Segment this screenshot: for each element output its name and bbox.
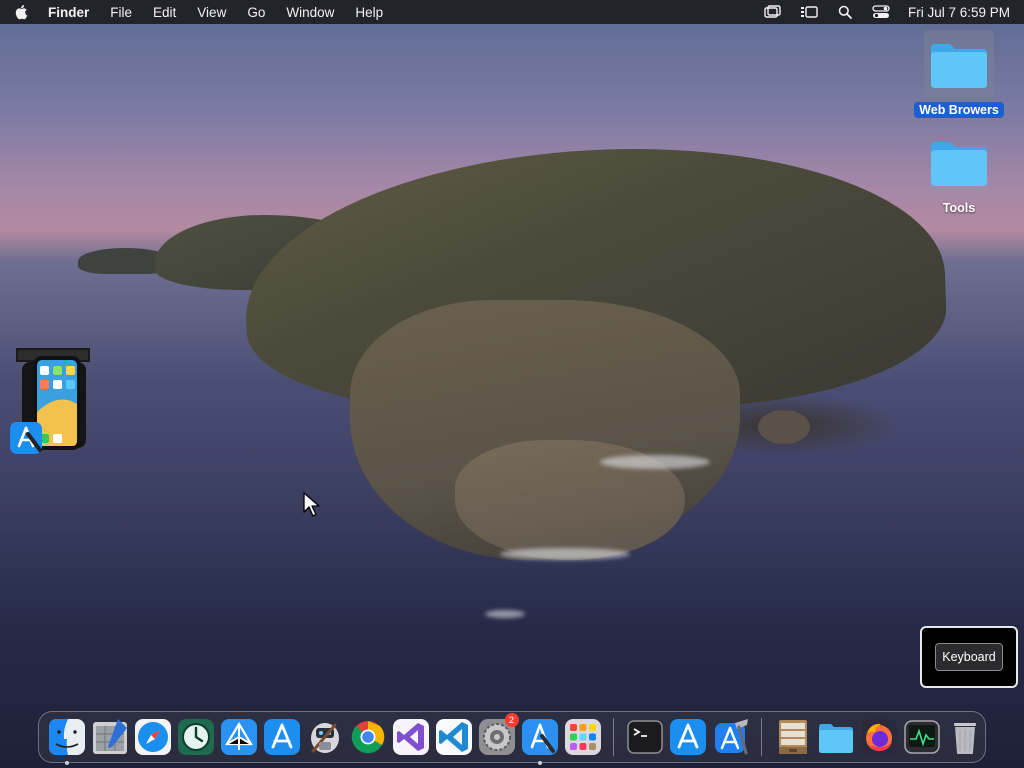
folder-icon <box>931 142 987 186</box>
keyboard-button[interactable]: Keyboard <box>935 643 1003 671</box>
menu-view[interactable]: View <box>197 5 226 20</box>
dock-item-app-store[interactable] <box>262 717 302 757</box>
menu-help[interactable]: Help <box>355 5 383 20</box>
dock-separator <box>761 718 762 756</box>
desktop-folder-web-browers[interactable]: Web Browers <box>914 30 1004 118</box>
dock-item-app-store-connect[interactable] <box>219 717 259 757</box>
dock-item-system-settings[interactable]: 2 <box>477 713 519 757</box>
xcode-icon <box>714 719 748 755</box>
wallpaper-foam <box>485 610 525 618</box>
app-store-connect-icon <box>220 719 257 755</box>
simulator-icon <box>521 719 558 755</box>
dock-item-safari[interactable] <box>133 717 173 757</box>
app-store-icon <box>669 719 706 755</box>
dock-item-automator[interactable] <box>305 717 345 757</box>
archive-icon <box>778 720 807 754</box>
activity-monitor-icon <box>903 720 940 754</box>
simulator-icon[interactable] <box>8 342 94 458</box>
desktop-folder-label: Web Browers <box>914 102 1004 118</box>
menu-clock[interactable]: Fri Jul 7 6:59 PM <box>908 5 1010 20</box>
dock-separator <box>613 718 614 756</box>
app-store-icon <box>263 719 300 755</box>
trash-icon <box>953 723 976 754</box>
spotlight-search-icon[interactable] <box>836 4 854 20</box>
vscode-icon <box>435 719 472 755</box>
apple-menu-icon[interactable] <box>14 4 28 20</box>
dock-item-xcode[interactable] <box>711 717 751 757</box>
automator-icon <box>310 723 339 753</box>
desktop-folder-label: Tools <box>942 201 976 215</box>
menu-app-name[interactable]: Finder <box>48 5 89 20</box>
desktop-folder-tools[interactable]: Tools <box>914 128 1004 216</box>
wallpaper-foam <box>500 548 630 560</box>
chrome-icon <box>351 721 384 754</box>
terminal-icon <box>626 720 663 754</box>
time-machine-icon <box>177 719 214 755</box>
dock-item-visual-studio[interactable] <box>391 717 431 757</box>
control-center-icon[interactable] <box>872 4 890 20</box>
dock-item-finder[interactable] <box>47 717 87 765</box>
folder-icon <box>931 44 987 88</box>
screen-mirroring-icon[interactable] <box>764 4 782 20</box>
folder-icon <box>818 724 853 753</box>
menu-window[interactable]: Window <box>286 5 334 20</box>
mouse-cursor-icon <box>303 492 320 517</box>
dock-item-archive[interactable] <box>773 717 813 757</box>
dock-item-time-machine[interactable] <box>176 717 216 757</box>
dock-item-chrome[interactable] <box>348 717 388 757</box>
preview-icon <box>92 719 127 754</box>
menu-bar: Finder File Edit View Go Window Help Fri… <box>0 0 1024 24</box>
safari-icon <box>134 719 171 755</box>
desktop[interactable]: Finder File Edit View Go Window Help Fri… <box>0 0 1024 768</box>
finder-icon <box>48 719 85 755</box>
stage-manager-icon[interactable] <box>800 4 818 20</box>
dock-item-vscode[interactable] <box>434 717 474 757</box>
dock-item-activity-monitor[interactable] <box>902 717 942 757</box>
dock-item-app-store-2[interactable] <box>668 717 708 757</box>
dock-item-folder[interactable] <box>816 717 856 757</box>
dock: 2 <box>38 711 986 765</box>
menu-file[interactable]: File <box>110 5 132 20</box>
firefox-icon <box>860 719 897 755</box>
dock-item-xcode-simulator[interactable] <box>520 717 560 765</box>
visual-studio-icon <box>392 719 429 755</box>
keyboard-panel: Keyboard <box>920 626 1018 688</box>
dock-item-preview-editor[interactable] <box>90 717 130 757</box>
dock-item-launchpad[interactable] <box>563 717 603 757</box>
menu-edit[interactable]: Edit <box>153 5 176 20</box>
running-indicator <box>537 761 542 765</box>
wallpaper-foam <box>600 455 710 469</box>
menu-go[interactable]: Go <box>247 5 265 20</box>
dock-item-firefox[interactable] <box>859 717 899 757</box>
notification-badge: 2 <box>504 713 519 727</box>
dock-item-terminal[interactable] <box>625 717 665 757</box>
running-indicator <box>64 761 69 765</box>
launchpad-icon <box>564 719 601 755</box>
wallpaper-sea-rock <box>758 410 810 444</box>
dock-item-trash[interactable] <box>945 717 985 757</box>
